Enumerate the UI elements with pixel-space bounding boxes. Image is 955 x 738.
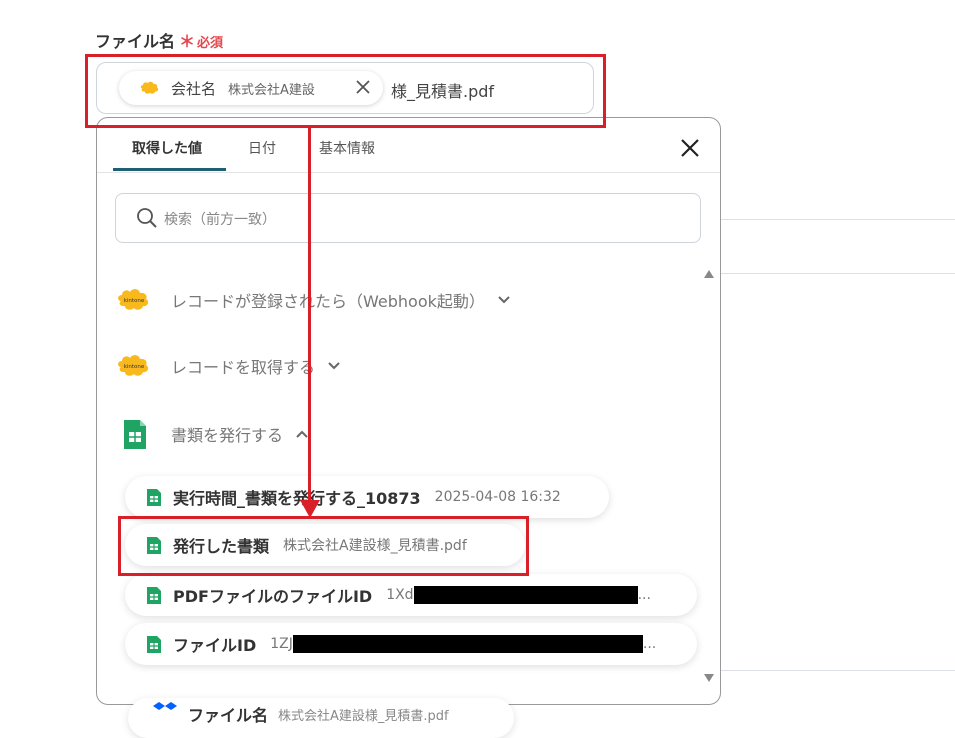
chevron-up-icon [296,430,308,438]
output-item-pdf-file-id[interactable]: PDFファイルのファイルID 1Xd ... [125,574,697,616]
background-divider [720,273,955,274]
item-value-ellipsis: ... [637,587,651,603]
background-item-name: ファイル名 [188,706,269,725]
search-placeholder: 検索（前方一致） [164,212,276,228]
group-label: レコードを取得する [171,358,316,377]
kintone-icon: kintone [118,355,149,376]
chevron-down-icon [328,362,340,370]
google-sheets-icon [147,635,161,653]
group-label: 書類を発行する [171,426,284,445]
group-label: レコードが登録されたら（Webhook起動） [171,292,485,311]
background-divider [720,219,955,220]
tab-acquired-values[interactable]: 取得した値 [132,138,202,158]
required-badge: 必須 [197,36,224,51]
item-value-ellipsis: ... [642,636,657,652]
search-input[interactable]: 検索（前方一致） [115,193,701,243]
kintone-logo-text: kintone [124,364,145,370]
group-record-registered[interactable]: kintone レコードが登録されたら（Webhook起動） [115,283,511,317]
background-divider [720,670,955,671]
arrow-head-icon [300,500,320,518]
tab-date[interactable]: 日付 [248,138,276,158]
item-value-prefix: 1Xd [386,587,414,603]
tabs-divider [97,172,720,173]
item-name: ファイルID [173,636,257,655]
field-label: ファイル名＊必須 [95,28,223,52]
variable-picker-panel: 取得した値 日付 基本情報 検索（前方一致） kintone レコードが登録され… [96,117,721,705]
kintone-icon: kintone [118,289,149,310]
item-name: PDFファイルのファイルID [173,587,373,606]
close-icon[interactable] [679,137,701,159]
google-sheets-icon [124,420,146,449]
google-sheets-icon [147,586,161,604]
output-item-execution-time[interactable]: 実行時間_書類を発行する_10873 2025-04-08 16:32 [125,476,609,518]
item-value-prefix: 1ZJ [270,636,293,652]
google-sheets-icon [147,488,161,506]
item-name: 実行時間_書類を発行する_10873 [173,489,421,508]
kintone-logo-text: kintone [124,298,145,304]
tab-basic-info[interactable]: 基本情報 [319,138,375,158]
redaction-bar [413,586,638,604]
scroll-up-icon[interactable] [704,270,714,278]
required-star: ＊ [179,32,196,51]
group-issue-document[interactable]: 書類を発行する [115,417,309,451]
scroll-down-icon[interactable] [704,674,714,682]
field-label-text: ファイル名 [95,32,176,51]
search-icon [137,208,157,228]
highlight-arrow-line [308,128,311,504]
highlight-frame-issued-document [118,516,529,576]
item-value: 2025-04-08 16:32 [434,489,561,505]
chevron-down-icon [498,296,510,304]
background-item-value: 株式会社A建設様_見積書.pdf [278,709,449,724]
redaction-bar [292,635,643,653]
highlight-frame-filename [85,54,606,128]
active-tab-indicator [113,168,226,171]
output-item-file-id[interactable]: ファイルID 1ZJ ... [125,623,697,665]
